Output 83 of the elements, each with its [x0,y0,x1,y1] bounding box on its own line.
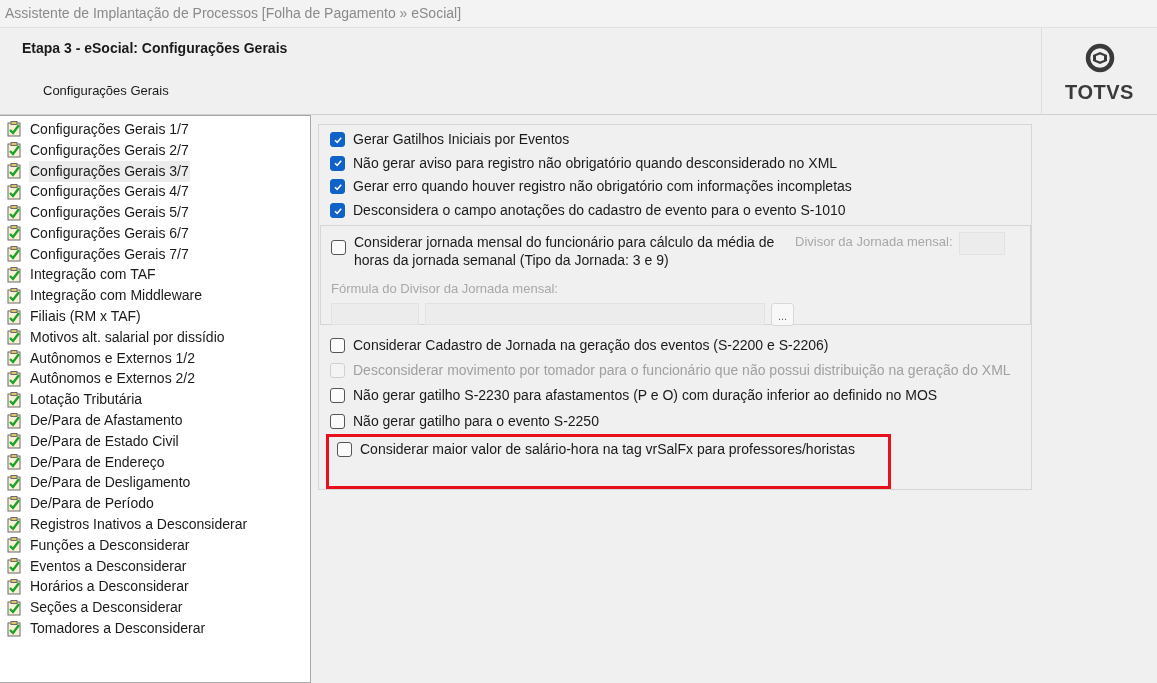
step-item[interactable]: Autônomos e Externos 1/2 [29,347,196,369]
step-item[interactable]: Horários a Desconsiderar [29,576,190,598]
input-field[interactable] [425,303,765,326]
step-item[interactable]: De/Para de Período [29,493,155,515]
step-item[interactable]: Configurações Gerais 1/7 [29,118,190,140]
clipboard-check-icon [6,516,22,533]
step-item[interactable]: Configurações Gerais 6/7 [29,222,190,244]
option-label: Não gerar aviso para registro não obrigatório quando desconsiderado no XML [353,153,838,173]
option-label: Considerar Cadastro de Jornada na geração dos eventos (S-2200 e S-2206) [353,335,829,355]
step-item[interactable]: De/Para de Desligamento [29,472,192,494]
step-item[interactable]: De/Para de Endereço [29,451,166,473]
checkbox[interactable] [330,203,345,218]
clipboard-check-icon [6,225,22,242]
clipboard-check-icon [6,495,22,512]
step-item[interactable]: Configurações Gerais 5/7 [29,202,190,224]
option-label: Considerar maior valor de salário-hora na tag vrSalFx para professores/horistas [360,440,855,460]
step-subtitle: Configurações Gerais [43,82,170,100]
checkbox[interactable] [330,388,345,404]
step-item[interactable]: Configurações Gerais 7/7 [29,243,190,265]
option-label: Não gerar gatilho para o evento S-2250 [353,411,599,431]
logo-text: TOTVS [1065,80,1134,105]
clipboard-check-icon [6,412,22,429]
step-item[interactable]: Configurações Gerais 2/7 [29,139,190,161]
logo-icon [1084,43,1115,73]
option-label: Gerar erro quando houver registro não obrigatório com informações incompletas [353,177,852,197]
check-icon [332,205,343,216]
option-label: Gerar Gatilhos Iniciais por Eventos [353,130,570,150]
step-title: Etapa 3 - eSocial: Configurações Gerais [22,39,289,58]
clipboard-check-icon [6,433,22,450]
clipboard-check-icon [6,308,22,325]
checkbox[interactable] [330,413,345,429]
clipboard-check-icon [6,329,22,346]
clipboard-check-icon [6,537,22,554]
step-item[interactable]: Tomadores a Desconsiderar [29,618,207,640]
clipboard-check-icon [6,474,22,491]
option-label: Desconsidera o campo anotações do cadastro de evento para o evento S-1010 [353,201,846,220]
step-item[interactable]: Autônomos e Externos 2/2 [29,368,196,390]
step-item[interactable]: Funções a Desconsiderar [29,534,191,556]
checkbox[interactable] [330,155,345,171]
option-label: Não gerar gatilho S-2230 para afastamentos (P e O) com duração inferior ao definido no MOS [353,386,938,406]
clipboard-check-icon [6,578,22,595]
checkbox[interactable] [331,240,346,256]
input-field[interactable] [331,303,419,326]
clipboard-check-icon [6,183,22,200]
field-label: Fórmula do Divisor da Jornada mensal: [331,280,559,299]
window-title: Assistente de Implantação de Processos [Folha de Pagamento » eSocial] [5,4,462,23]
clipboard-check-icon [6,204,22,221]
browse-button[interactable]: ... [771,302,794,326]
checkbox[interactable] [330,132,345,148]
step-item[interactable]: Eventos a Desconsiderar [29,555,188,577]
step-item[interactable]: Lotação Tributária [29,389,144,411]
clipboard-check-icon [6,391,22,408]
check-icon [332,181,343,192]
step-item[interactable]: Integração com TAF [29,264,157,286]
step-item[interactable]: Configurações Gerais 3/7 [29,160,190,182]
step-item[interactable]: De/Para de Estado Civil [29,430,180,452]
clipboard-check-icon [6,599,22,616]
step-item[interactable]: Integração com Middleware [29,285,203,307]
check-icon [332,134,343,145]
clipboard-check-icon [6,121,22,138]
clipboard-check-icon [6,142,22,159]
clipboard-check-icon [6,350,22,367]
clipboard-check-icon [6,246,22,263]
clipboard-check-icon [6,287,22,304]
clipboard-check-icon [6,558,22,575]
check-icon [332,158,343,169]
clipboard-check-icon [6,266,22,283]
step-item[interactable]: De/Para de Afastamento [29,410,184,432]
checkbox[interactable] [330,337,345,353]
clipboard-check-icon [6,163,22,179]
clipboard-check-icon [6,454,22,471]
checkbox[interactable] [337,442,352,458]
clipboard-check-icon [6,370,22,387]
option-label: Desconsiderar movimento por tomador para o funcionário que não possui distribuição na geração do XML [353,360,1011,380]
step-item[interactable]: Seções a Desconsiderar [29,597,184,619]
step-item[interactable]: Filiais (RM x TAF) [29,306,142,328]
option-label: Considerar jornada mensal do funcionário para cálculo da média de horas da jornada semanal (Tipo da Jornada: 3 e 9) [354,233,776,270]
step-item[interactable]: Configurações Gerais 4/7 [29,181,190,203]
step-item[interactable]: Registros Inativos a Desconsiderar [29,514,249,536]
clipboard-check-icon [6,620,22,637]
field-label: Divisor da Jornada mensal: [795,233,953,252]
checkbox[interactable] [330,179,345,195]
step-item[interactable]: Motivos alt. salarial por dissídio [29,326,226,348]
